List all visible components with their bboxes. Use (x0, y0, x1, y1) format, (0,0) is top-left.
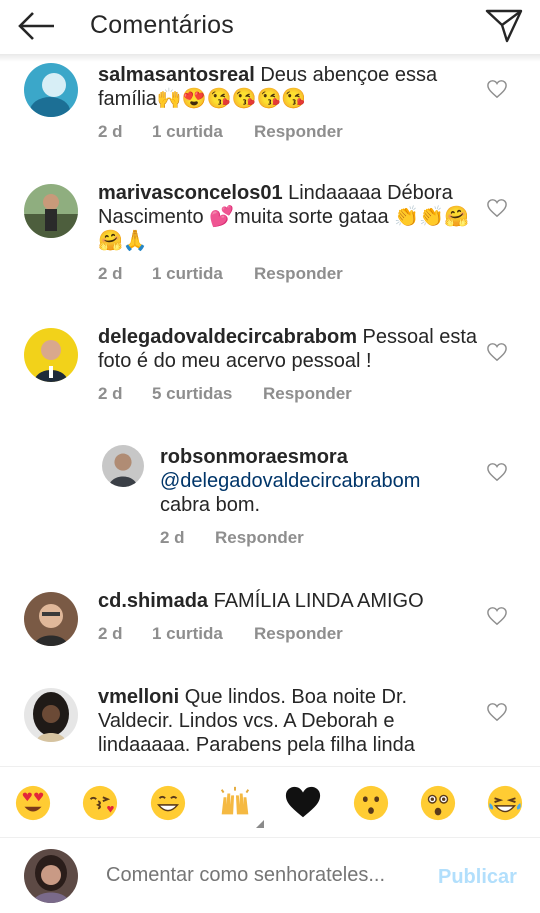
comment-meta: 2 d 1 curtida Responder (98, 264, 343, 284)
raising-hands-emoji[interactable] (216, 784, 264, 828)
header-divider (0, 54, 540, 62)
heart-icon[interactable] (486, 462, 508, 482)
comment-meta: 2 d 1 curtida Responder (98, 624, 343, 644)
avatar[interactable] (24, 592, 78, 646)
kissing-heart-emoji[interactable] (81, 784, 119, 822)
comment-time: 2 d (98, 122, 123, 141)
likes-count[interactable]: 1 curtida (152, 122, 254, 142)
username-link[interactable]: delegadovaldecircabrabom (98, 326, 357, 348)
likes-count[interactable]: 5 curtidas (152, 384, 263, 404)
username-link[interactable]: cd.shimada (98, 590, 208, 612)
astonished-emoji[interactable] (419, 784, 457, 822)
reply-button[interactable]: Responder (263, 384, 352, 404)
reply-button[interactable]: Responder (254, 624, 343, 644)
heart-icon[interactable] (486, 342, 508, 362)
direct-message-button[interactable] (484, 6, 524, 44)
publish-button[interactable]: Publicar (438, 866, 517, 889)
black-heart-emoji[interactable] (284, 784, 322, 822)
comment-text: delegadovaldecircabrabom Pessoal esta fo… (98, 326, 478, 372)
heart-eyes-emoji[interactable] (14, 784, 52, 822)
quick-emoji-bar (0, 766, 540, 838)
comment-text: marivasconcelos01 Lindaaaaa Débora Nasci… (98, 182, 469, 252)
comment-text: robsonmoraesmora @delegadovaldecircabrab… (160, 445, 470, 517)
paper-plane-icon (485, 9, 523, 43)
comment-composer: Publicar (0, 838, 540, 913)
avatar[interactable] (24, 328, 78, 382)
avatar[interactable] (24, 63, 78, 117)
avatar[interactable] (24, 184, 78, 238)
comment-meta: 2 d Responder (160, 528, 304, 548)
comment-meta: 2 d 5 curtidas Responder (98, 384, 352, 404)
my-avatar (24, 849, 78, 903)
comment-time: 2 d (98, 384, 123, 403)
likes-count[interactable]: 1 curtida (152, 264, 254, 284)
heart-icon[interactable] (486, 198, 508, 218)
comment-time: 2 d (98, 624, 123, 643)
heart-icon[interactable] (486, 79, 508, 99)
mention-link[interactable]: @delegadovaldecircabrabom (160, 469, 470, 493)
hushed-emoji[interactable] (352, 784, 390, 822)
comment-time: 2 d (160, 528, 185, 547)
grin-emoji[interactable] (149, 784, 187, 822)
username-link[interactable]: salmasantosreal (98, 64, 255, 86)
joy-emoji[interactable] (486, 784, 524, 822)
top-bar: Comentários (0, 0, 540, 54)
comment-input[interactable] (106, 864, 416, 887)
reply-button[interactable]: Responder (254, 122, 343, 142)
page-title: Comentários (90, 11, 234, 39)
comment-time: 2 d (98, 264, 123, 283)
username-link[interactable]: marivasconcelos01 (98, 182, 283, 204)
back-button[interactable] (14, 8, 58, 44)
avatar[interactable] (24, 688, 78, 742)
heart-icon[interactable] (486, 606, 508, 626)
comment-text: cd.shimada FAMÍLIA LINDA AMIGO (98, 590, 424, 612)
comment-text: salmasantosreal Deus abençoe essa famíli… (98, 64, 438, 110)
reply-button[interactable]: Responder (254, 264, 343, 284)
avatar[interactable] (102, 445, 144, 487)
likes-count[interactable]: 1 curtida (152, 624, 254, 644)
comment-list[interactable]: salmasantosreal Deus abençoe essa famíli… (0, 54, 540, 766)
username-link[interactable]: vmelloni (98, 686, 179, 708)
comment-meta: 2 d 1 curtida Responder (98, 122, 343, 142)
more-indicator (256, 820, 264, 828)
heart-icon[interactable] (486, 702, 508, 722)
arrow-left-icon (18, 12, 54, 40)
comment-text: vmelloni Que lindos. Boa noite Dr. Valde… (98, 686, 415, 756)
reply-button[interactable]: Responder (215, 528, 304, 548)
username-link[interactable]: robsonmoraesmora (160, 445, 470, 469)
